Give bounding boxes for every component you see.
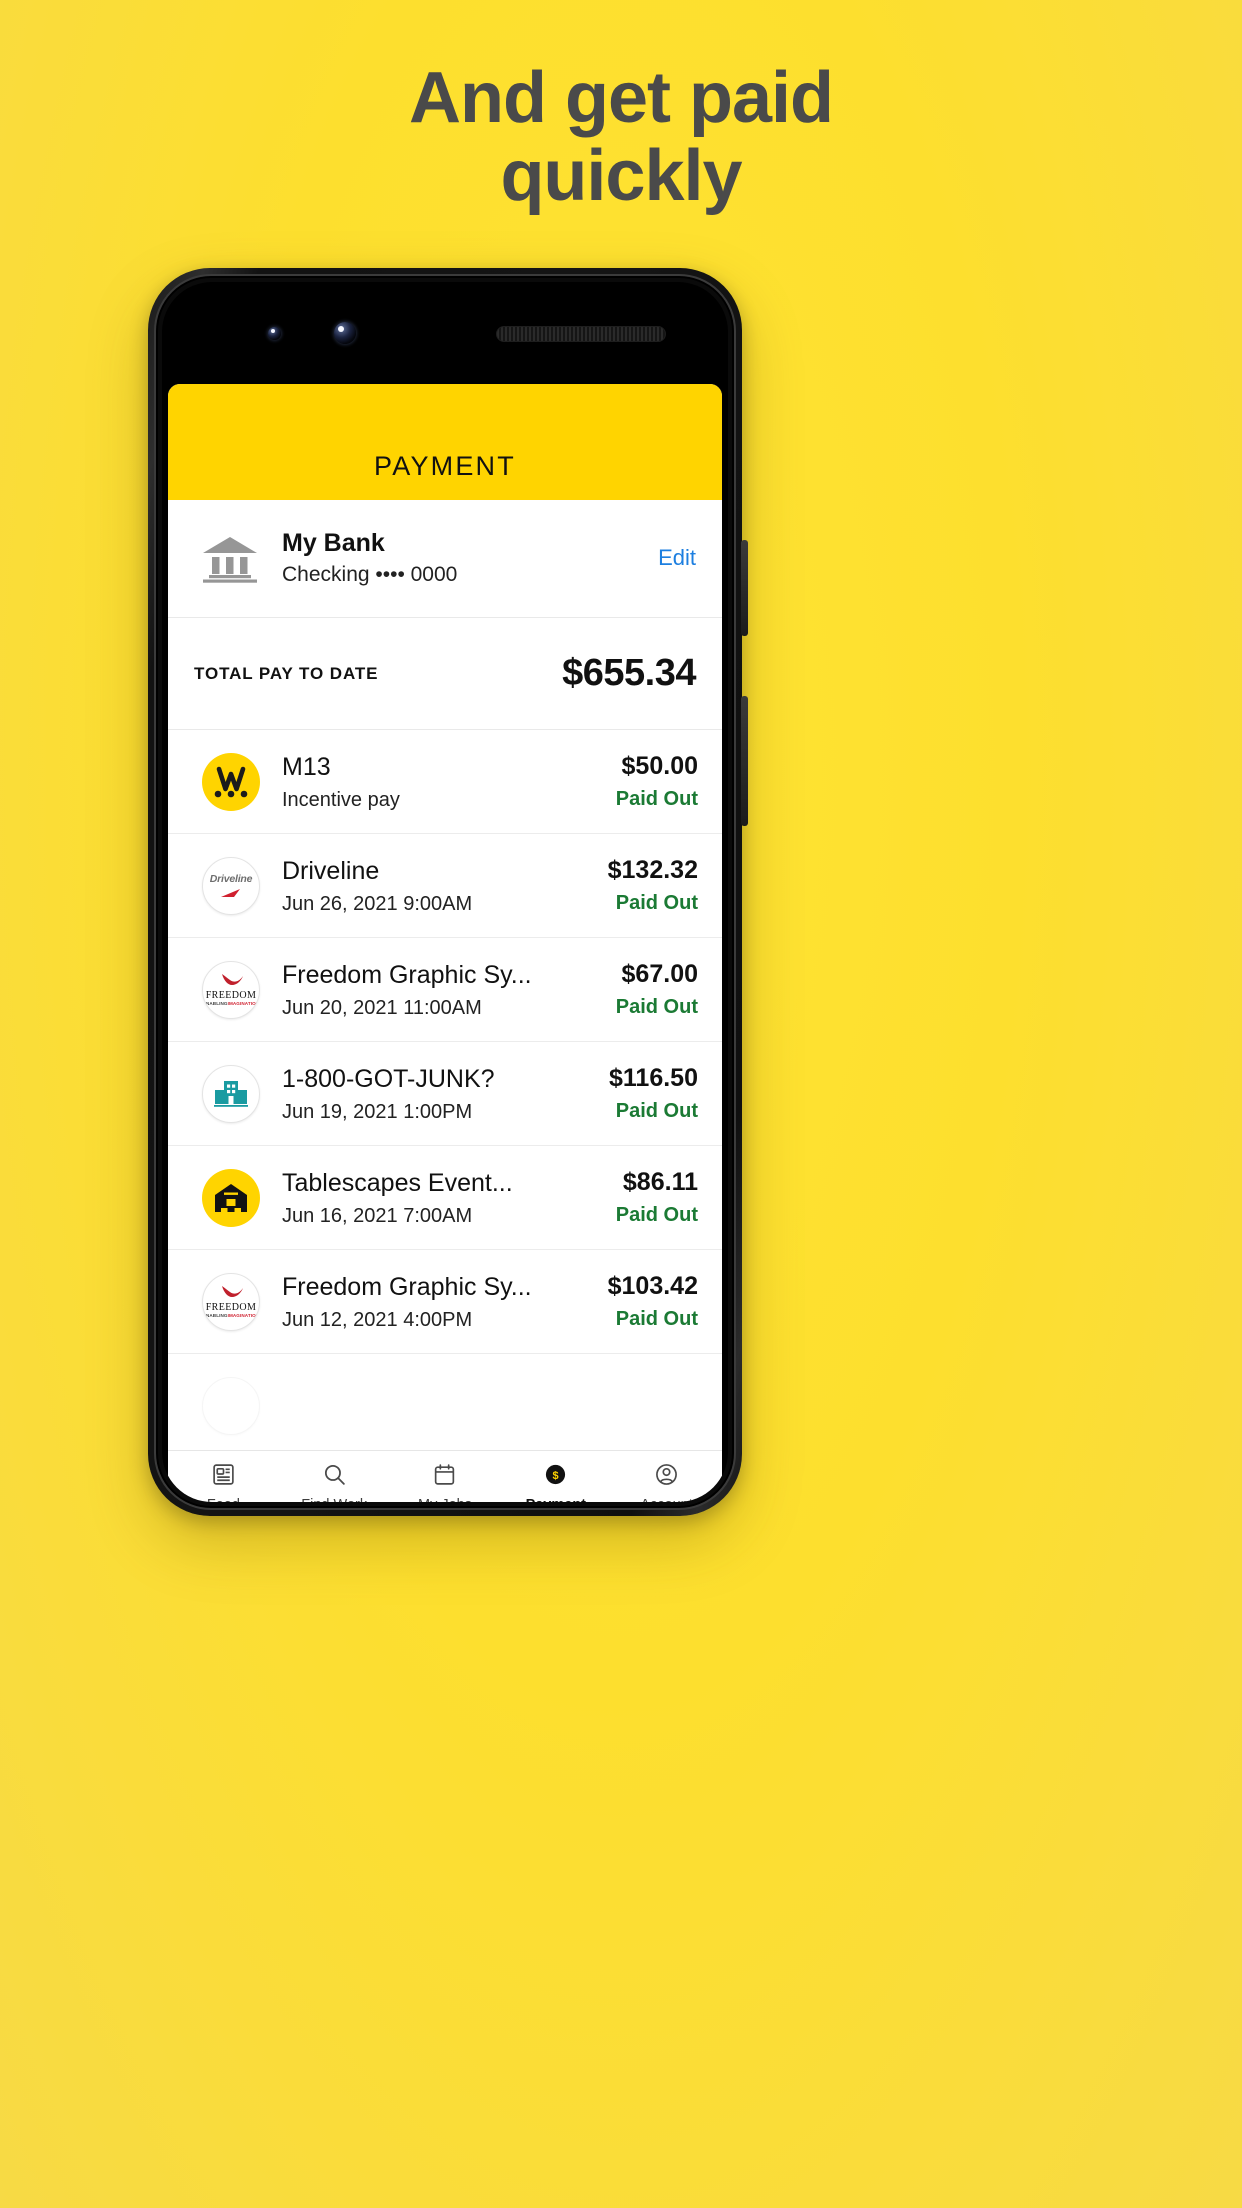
earpiece-speaker-icon xyxy=(496,326,666,342)
status-badge: Paid Out xyxy=(615,892,698,915)
transaction-amount: $50.00 xyxy=(621,752,698,781)
tab-label: Payment xyxy=(526,1497,586,1502)
transaction-amount-group: $86.11 Paid Out xyxy=(606,1168,698,1227)
table-row[interactable]: FREEDOM ENABLINGIMAGINATION Freedom Grap… xyxy=(168,938,722,1043)
table-row[interactable]: M13 Incentive pay $50.00 Paid Out xyxy=(168,730,722,835)
transaction-amount-group: $50.00 Paid Out xyxy=(606,752,698,811)
tab-feed[interactable]: Feed xyxy=(168,1462,279,1502)
transaction-amount-group: $132.32 Paid Out xyxy=(598,856,698,915)
edit-bank-link[interactable]: Edit xyxy=(648,545,696,571)
transaction-subtitle: Incentive pay xyxy=(282,788,400,811)
transaction-name: Freedom Graphic Sy... xyxy=(282,1272,532,1301)
tablescapes-logo xyxy=(192,1168,270,1228)
tab-find-work[interactable]: Find Work xyxy=(279,1462,390,1502)
status-badge: Paid Out xyxy=(615,1308,698,1331)
bank-icon xyxy=(194,533,266,583)
phone-frame: PAYMENT My Bank Checking •••• 0000 Edit … xyxy=(154,274,736,1510)
transaction-subtitle: Jun 20, 2021 11:00AM xyxy=(282,996,482,1019)
bank-name: My Bank xyxy=(282,529,385,557)
headline-line-2: quickly xyxy=(500,135,742,216)
front-camera-icon xyxy=(268,327,281,340)
transaction-info: Freedom Graphic Sy... Jun 12, 2021 4:00P… xyxy=(270,1272,598,1332)
freedom-tagline-b: IMAGINATION xyxy=(227,1000,260,1006)
coin-icon: $ xyxy=(543,1462,568,1492)
total-pay-row: TOTAL PAY TO DATE $655.34 xyxy=(168,618,722,731)
freedom-tagline-a: ENABLING xyxy=(202,1000,228,1006)
payment-scroll-area[interactable]: My Bank Checking •••• 0000 Edit TOTAL PA… xyxy=(168,500,722,1450)
volume-button[interactable] xyxy=(741,696,748,826)
table-row[interactable]: 1-800-GOT-JUNK? Jun 19, 2021 1:00PM $116… xyxy=(168,1042,722,1147)
transaction-subtitle: Jun 26, 2021 9:00AM xyxy=(282,892,473,915)
phone-bezel: PAYMENT My Bank Checking •••• 0000 Edit … xyxy=(162,282,728,1502)
transaction-info: Driveline Jun 26, 2021 9:00AM xyxy=(270,856,598,916)
tab-account[interactable]: Account xyxy=(611,1462,722,1502)
table-row[interactable]: Tablescapes Event... Jun 16, 2021 7:00AM… xyxy=(168,1146,722,1251)
transaction-name: Freedom Graphic Sy... xyxy=(282,960,532,989)
tab-payment[interactable]: $ Payment xyxy=(500,1462,611,1502)
transaction-subtitle: Jun 16, 2021 7:00AM xyxy=(282,1204,473,1227)
bank-account-row[interactable]: My Bank Checking •••• 0000 Edit xyxy=(168,500,722,619)
freedom-tagline-b: IMAGINATION xyxy=(227,1312,260,1318)
tab-my-jobs[interactable]: My Jobs xyxy=(390,1462,501,1502)
driveline-logo: Driveline xyxy=(192,856,270,916)
total-pay-value: $655.34 xyxy=(562,652,696,695)
tab-label: My Jobs xyxy=(418,1497,472,1502)
m13-logo xyxy=(192,752,270,812)
page-title: PAYMENT xyxy=(374,451,516,481)
transaction-info: Freedom Graphic Sy... Jun 20, 2021 11:00… xyxy=(270,960,606,1020)
transaction-name: Driveline xyxy=(282,856,380,885)
transaction-amount: $116.50 xyxy=(609,1064,698,1093)
transaction-amount-group: $103.42 Paid Out xyxy=(598,1272,698,1331)
transaction-amount: $103.42 xyxy=(607,1272,698,1301)
power-button[interactable] xyxy=(741,540,748,636)
search-icon xyxy=(322,1462,347,1492)
transaction-amount: $132.32 xyxy=(607,856,698,885)
transaction-name: Tablescapes Event... xyxy=(282,1168,513,1197)
marketing-headline: And get paid quickly xyxy=(0,58,1242,216)
freedom-graphic-systems-logo: FREEDOM ENABLINGIMAGINATION xyxy=(192,960,270,1020)
transaction-subtitle: Jun 19, 2021 1:00PM xyxy=(282,1100,473,1123)
transaction-info xyxy=(270,1391,698,1421)
table-row[interactable] xyxy=(168,1354,722,1450)
tab-label: Account xyxy=(640,1497,692,1502)
transaction-info: Tablescapes Event... Jun 16, 2021 7:00AM xyxy=(270,1168,606,1228)
bank-text-group: My Bank Checking •••• 0000 xyxy=(266,528,648,587)
partial-logo xyxy=(192,1376,270,1436)
transaction-name: M13 xyxy=(282,752,331,781)
transaction-amount-group: $67.00 Paid Out xyxy=(606,960,698,1019)
bank-account-details: Checking •••• 0000 xyxy=(282,563,458,587)
svg-text:$: $ xyxy=(553,1470,559,1482)
bottom-tab-bar: Feed Find Work xyxy=(168,1450,722,1502)
freedom-tagline-a: ENABLING xyxy=(202,1312,228,1318)
tab-label: Find Work xyxy=(301,1497,367,1502)
status-badge: Paid Out xyxy=(615,996,698,1019)
app-header: PAYMENT xyxy=(168,384,722,500)
status-badge: Paid Out xyxy=(615,1100,698,1123)
transaction-name: 1-800-GOT-JUNK? xyxy=(282,1064,495,1093)
account-icon xyxy=(654,1462,679,1492)
phone-mockup: PAYMENT My Bank Checking •••• 0000 Edit … xyxy=(148,268,748,1516)
headline-line-1: And get paid xyxy=(409,58,834,138)
table-row[interactable]: Driveline Driveline Jun 26, 2021 9:00AM xyxy=(168,834,722,939)
transaction-subtitle: Jun 12, 2021 4:00PM xyxy=(282,1308,473,1331)
tab-label: Feed xyxy=(207,1497,240,1502)
app-screen: PAYMENT My Bank Checking •••• 0000 Edit … xyxy=(168,384,722,1450)
transaction-amount: $67.00 xyxy=(621,960,698,989)
calendar-icon xyxy=(432,1462,457,1492)
freedom-graphic-systems-logo: FREEDOM ENABLINGIMAGINATION xyxy=(192,1272,270,1332)
driveline-logo-text: Driveline xyxy=(209,872,253,885)
feed-icon xyxy=(211,1462,236,1492)
transaction-info: 1-800-GOT-JUNK? Jun 19, 2021 1:00PM xyxy=(270,1064,599,1124)
table-row[interactable]: FREEDOM ENABLINGIMAGINATION Freedom Grap… xyxy=(168,1250,722,1355)
transaction-name xyxy=(282,1391,698,1421)
front-camera-secondary-icon xyxy=(334,322,356,344)
status-badge: Paid Out xyxy=(615,1204,698,1227)
transaction-amount: $86.11 xyxy=(622,1168,698,1197)
transaction-amount-group: $116.50 Paid Out xyxy=(599,1064,698,1123)
total-pay-label: TOTAL PAY TO DATE xyxy=(194,663,379,683)
status-badge: Paid Out xyxy=(615,788,698,811)
transaction-info: M13 Incentive pay xyxy=(270,752,606,812)
got-junk-logo xyxy=(192,1064,270,1124)
